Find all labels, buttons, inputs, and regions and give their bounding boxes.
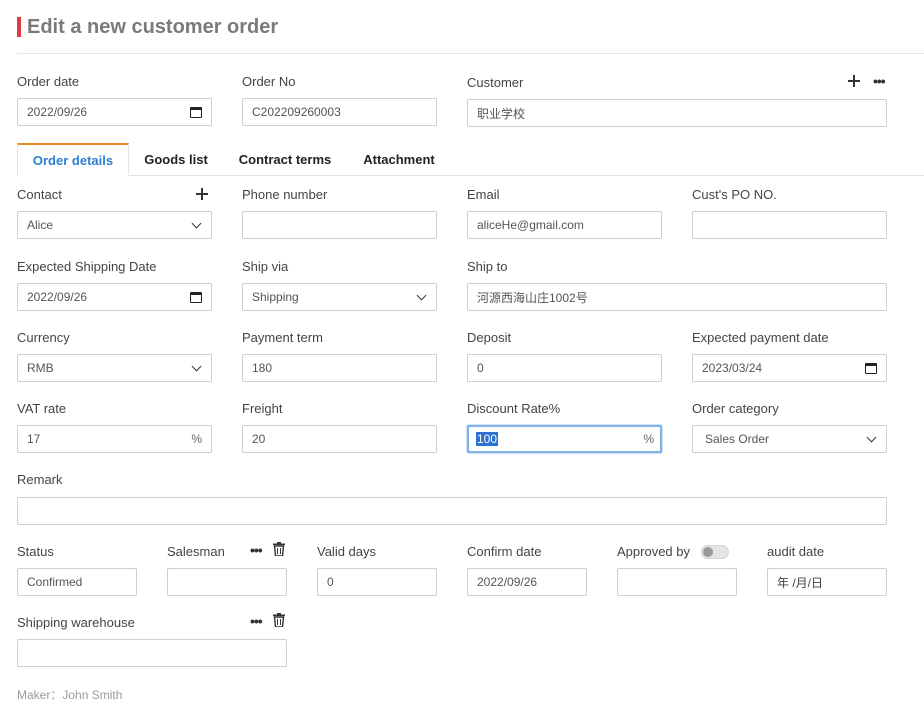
vat-rate-label: VAT rate xyxy=(17,401,67,416)
cust-po-input[interactable] xyxy=(692,211,887,239)
add-contact-plus-icon[interactable] xyxy=(196,188,208,200)
salesman-trash-icon[interactable] xyxy=(273,542,285,556)
confirm-date-label: Confirm date xyxy=(467,544,542,559)
order-category-value: Sales Order xyxy=(705,432,770,446)
expected-shipping-date-label: Expected Shipping Date xyxy=(17,259,157,274)
order-date-input[interactable]: 2022/09/26 xyxy=(17,98,212,126)
ship-via-value: Shipping xyxy=(252,290,299,304)
order-date-label: Order date xyxy=(17,74,80,89)
currency-value: RMB xyxy=(27,361,54,375)
email-input[interactable]: aliceHe@gmail.com xyxy=(467,211,662,239)
valid-days-value: 0 xyxy=(327,575,334,589)
approved-by-label: Approved by xyxy=(617,544,690,559)
order-date-value: 2022/09/26 xyxy=(27,105,88,119)
status-value: Confirmed xyxy=(27,575,83,589)
audit-date-input[interactable]: 年 /月/日 xyxy=(767,568,887,596)
status-input[interactable]: Confirmed xyxy=(17,568,137,596)
audit-date-placeholder: 年 /月/日 xyxy=(777,575,824,590)
order-no-label: Order No xyxy=(242,74,296,89)
freight-input[interactable]: 20 xyxy=(242,425,437,453)
valid-days-input[interactable]: 0 xyxy=(317,568,437,596)
ship-via-label: Ship via xyxy=(242,259,289,274)
confirm-date-value: 2022/09/26 xyxy=(477,575,538,589)
discount-rate-input[interactable]: 100 % xyxy=(467,425,662,453)
percent-suffix: % xyxy=(643,432,654,446)
remark-label: Remark xyxy=(17,472,63,487)
shipping-warehouse-input[interactable] xyxy=(17,639,287,667)
ship-to-label: Ship to xyxy=(467,259,508,274)
discount-rate-label: Discount Rate% xyxy=(467,401,561,416)
chevron-down-icon xyxy=(416,290,427,300)
freight-label: Freight xyxy=(242,401,283,416)
contact-label: Contact xyxy=(17,187,62,202)
contact-value: Alice xyxy=(27,218,54,232)
title-divider xyxy=(17,53,924,54)
payment-term-label: Payment term xyxy=(242,330,323,345)
customer-more-dots-icon[interactable]: ••• xyxy=(873,74,886,88)
email-label: Email xyxy=(467,187,500,202)
expected-payment-date-input[interactable]: 2023/03/24 xyxy=(692,354,887,382)
approved-by-toggle[interactable] xyxy=(701,545,729,559)
order-no-value: C202209260003 xyxy=(252,105,341,119)
expected-shipping-date-input[interactable]: 2022/09/26 xyxy=(17,283,212,311)
customer-input[interactable]: 职业学校 xyxy=(467,99,887,127)
tab-order-details[interactable]: Order details xyxy=(17,143,129,176)
valid-days-label: Valid days xyxy=(317,544,377,559)
ship-to-value: 河源西海山庄1002号 xyxy=(477,290,588,305)
tab-contract-terms[interactable]: Contract terms xyxy=(230,143,340,176)
approved-by-input[interactable] xyxy=(617,568,737,596)
currency-label: Currency xyxy=(17,330,70,345)
deposit-input[interactable]: 0 xyxy=(467,354,662,382)
payment-term-value: 180 xyxy=(252,361,273,375)
ship-via-select[interactable]: Shipping xyxy=(242,283,437,311)
remark-input[interactable] xyxy=(17,497,887,525)
discount-rate-value: 100 xyxy=(476,432,499,446)
order-category-label: Order category xyxy=(692,401,779,416)
expected-payment-date-value: 2023/03/24 xyxy=(702,361,763,375)
confirm-date-input[interactable]: 2022/09/26 xyxy=(467,568,587,596)
maker-info: Maker：John Smith xyxy=(17,688,123,702)
warehouse-trash-icon[interactable] xyxy=(273,613,285,627)
payment-term-input[interactable]: 180 xyxy=(242,354,437,382)
title-accent-bar xyxy=(17,17,21,37)
vat-rate-input[interactable]: 17 % xyxy=(17,425,212,453)
order-category-select[interactable]: Sales Order xyxy=(692,425,887,453)
freight-value: 20 xyxy=(252,432,266,446)
cust-po-label: Cust's PO NO. xyxy=(692,187,777,202)
shipping-warehouse-label: Shipping warehouse xyxy=(17,615,135,630)
status-label: Status xyxy=(17,544,54,559)
phone-input[interactable] xyxy=(242,211,437,239)
phone-label: Phone number xyxy=(242,187,328,202)
warehouse-more-dots-icon[interactable]: ••• xyxy=(250,614,263,628)
chevron-down-icon xyxy=(866,432,877,442)
percent-suffix: % xyxy=(191,432,202,446)
vat-rate-value: 17 xyxy=(27,432,41,446)
page-header: Edit a new customer order xyxy=(17,16,278,38)
customer-label: Customer xyxy=(467,75,524,90)
expected-shipping-date-value: 2022/09/26 xyxy=(27,290,88,304)
email-value: aliceHe@gmail.com xyxy=(477,218,584,232)
audit-date-label: audit date xyxy=(767,544,825,559)
ship-to-input[interactable]: 河源西海山庄1002号 xyxy=(467,283,887,311)
contact-select[interactable]: Alice xyxy=(17,211,212,239)
deposit-value: 0 xyxy=(477,361,484,375)
add-customer-plus-icon[interactable] xyxy=(848,75,860,87)
customer-value: 职业学校 xyxy=(477,106,526,121)
tab-attachment[interactable]: Attachment xyxy=(355,143,443,176)
chevron-down-icon xyxy=(191,361,202,371)
page-title: Edit a new customer order xyxy=(27,15,279,38)
order-no-input[interactable]: C202209260003 xyxy=(242,98,437,126)
calendar-icon[interactable] xyxy=(190,106,202,118)
salesman-more-dots-icon[interactable]: ••• xyxy=(250,543,263,557)
salesman-label: Salesman xyxy=(167,544,225,559)
calendar-icon[interactable] xyxy=(865,362,877,374)
chevron-down-icon xyxy=(191,218,202,228)
salesman-input[interactable] xyxy=(167,568,287,596)
deposit-label: Deposit xyxy=(467,330,512,345)
currency-select[interactable]: RMB xyxy=(17,354,212,382)
calendar-icon[interactable] xyxy=(190,291,202,303)
tab-goods-list[interactable]: Goods list xyxy=(137,143,215,176)
expected-payment-date-label: Expected payment date xyxy=(692,330,829,345)
